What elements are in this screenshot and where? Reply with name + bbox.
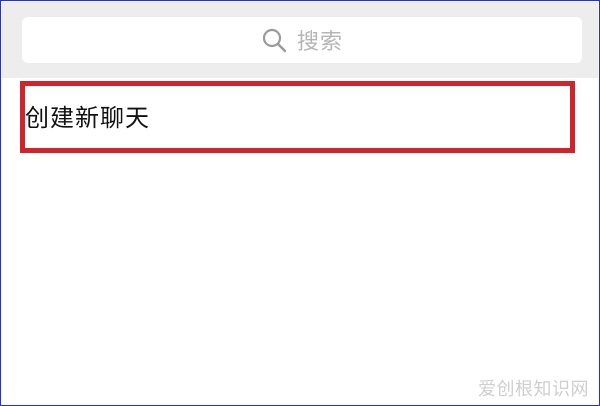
watermark-text: 爱创根知识网 [478, 379, 589, 400]
screenshot-frame: 搜索 创建新聊天 爱创根知识网 [0, 0, 600, 406]
search-bar-area: 搜索 [2, 2, 598, 78]
search-box[interactable]: 搜索 [22, 17, 582, 63]
search-placeholder: 搜索 [296, 30, 343, 55]
create-new-chat-label: 创建新聊天 [25, 104, 150, 132]
search-icon [261, 27, 287, 53]
